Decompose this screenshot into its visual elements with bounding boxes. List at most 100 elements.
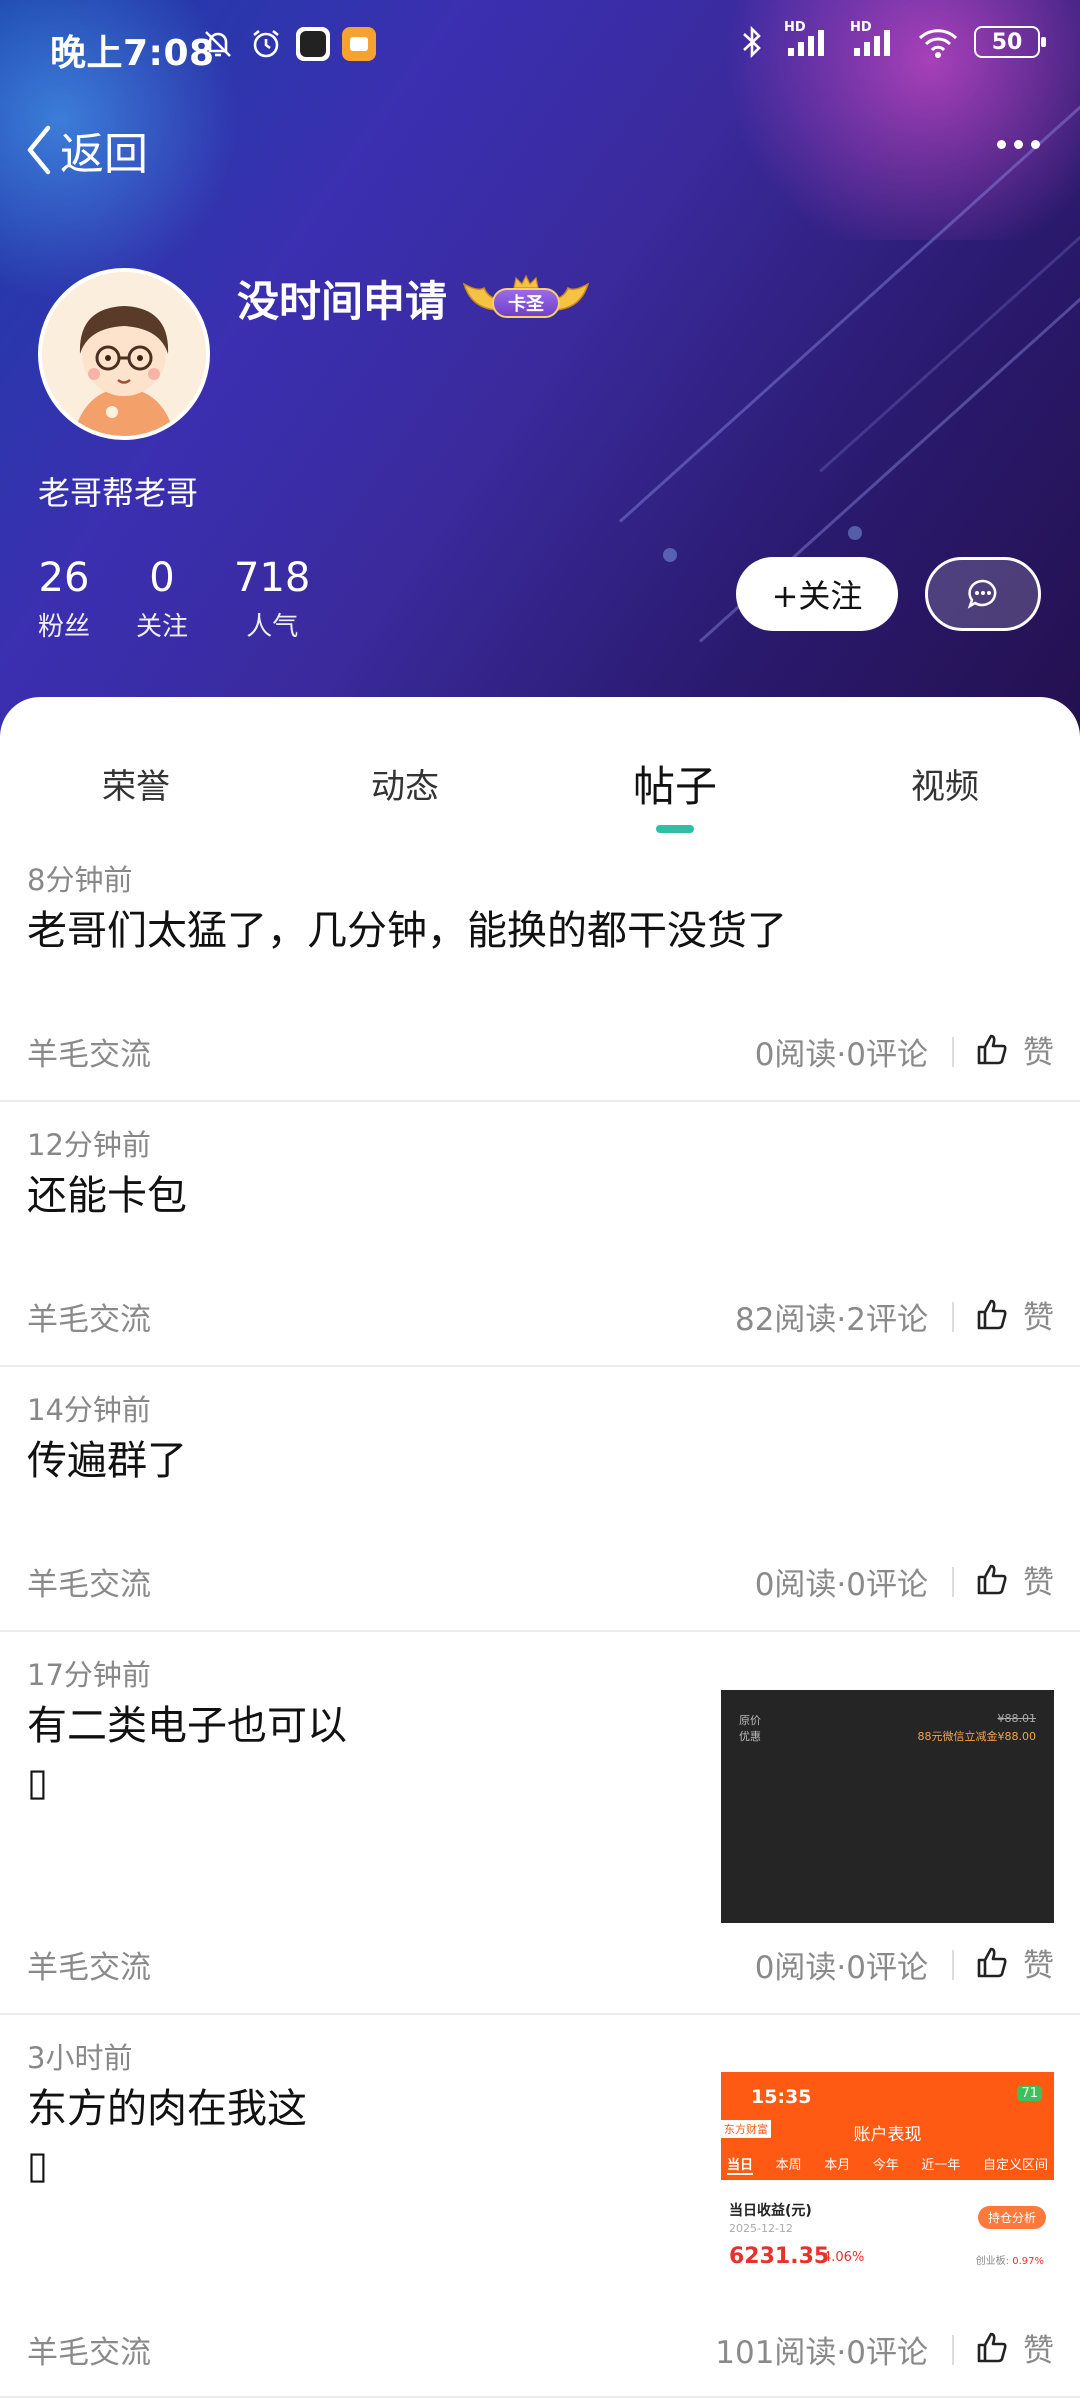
post-time: 12分钟前: [27, 1128, 151, 1162]
avatar[interactable]: [38, 268, 210, 440]
network-type-label: HD: [784, 20, 806, 35]
post-title: 老哥们太猛了，几分钟，能换的都干没货了: [27, 903, 787, 959]
missing-glyph: ▯: [27, 2143, 48, 2187]
thumb-tab: 本月: [824, 2158, 851, 2173]
post-stats: 0阅读·0评论: [754, 1567, 928, 1603]
post-title: 还能卡包: [27, 1168, 187, 1224]
thumb-gem-label: 创业板:: [975, 2256, 1010, 2267]
like-label: 赞: [1023, 1035, 1054, 1071]
tab-activity[interactable]: 动态: [305, 759, 505, 808]
thumbs-up-icon: [977, 1299, 1007, 1329]
back-button[interactable]: 返回: [24, 118, 148, 182]
post-thumbnail[interactable]: 15:35 71 东方财富 账户表现 当日 本周 本月 今年 近一年 自定义区间…: [721, 2072, 1054, 2305]
thumb-text: 优惠: [739, 1730, 761, 1743]
wifi-icon: [916, 24, 960, 60]
post-item[interactable]: 3小时前 东方的肉在我这 ▯ 15:35 71 东方财富 账户表现 当日 本周 …: [0, 2015, 1080, 2398]
post-time: 14分钟前: [27, 1393, 151, 1427]
chevron-left-icon: [27, 125, 51, 175]
thumb-tabs: 当日 本周 本月 今年 近一年 自定义区间: [721, 2154, 1054, 2175]
thumb-header: 15:35 71 东方财富 账户表现 当日 本周 本月 今年 近一年 自定义区间: [721, 2072, 1054, 2180]
header-dot: [848, 526, 862, 540]
thumb-text: 2025-12-12: [729, 2222, 793, 2235]
post-stats: 0阅读·0评论: [754, 1950, 928, 1986]
post-stats: 101阅读·0评论: [715, 2335, 928, 2371]
missing-glyph: ▯: [27, 1760, 48, 1804]
divider: [952, 2335, 954, 2365]
thumbs-up-icon: [977, 1034, 1007, 1064]
like-button[interactable]: 赞: [975, 1292, 1054, 1337]
post-title-text: 传遍群了: [27, 1438, 187, 1484]
thumbs-up-icon: [977, 2332, 1007, 2362]
mute-bell-icon: [200, 26, 236, 62]
post-footer: 羊毛交流 0阅读·0评论 赞: [0, 1547, 1080, 1607]
status-time: 晚上7:08: [50, 33, 215, 74]
profile-tabs: 荣誉 动态 帖子 视频: [0, 697, 1080, 837]
thumb-percent: 4.06%: [823, 2250, 865, 2265]
post-item[interactable]: 14分钟前 传遍群了 羊毛交流 0阅读·0评论 赞: [0, 1367, 1080, 1632]
post-time: 3小时前: [27, 2041, 133, 2075]
stat-following[interactable]: 0 关注: [136, 556, 188, 643]
tab-videos[interactable]: 视频: [845, 759, 1045, 808]
signal-icon: HD: [850, 20, 902, 60]
like-label: 赞: [1023, 1300, 1054, 1336]
level-badge: 卡圣: [462, 274, 590, 320]
divider: [952, 1302, 954, 1332]
post-category[interactable]: 羊毛交流: [27, 2327, 151, 2372]
thumb-tab: 本周: [775, 2158, 802, 2173]
profile-header: 晚上7:08 HD HD 50 返回 没时间申请 卡圣 老哥帮老哥 26 粉丝 …: [0, 0, 1080, 740]
post-item[interactable]: 12分钟前 还能卡包 羊毛交流 82阅读·2评论 赞: [0, 1102, 1080, 1367]
more-dot: [997, 140, 1006, 149]
thumb-text: 持仓分析: [977, 2206, 1046, 2229]
thumbs-up-icon: [977, 1947, 1007, 1977]
divider: [952, 1037, 954, 1067]
status-right-icons: HD HD 50: [734, 20, 1046, 60]
signal-icon: HD: [784, 20, 836, 60]
post-title-text: 东方的肉在我这: [27, 2086, 307, 2132]
stat-label: 人气: [246, 612, 299, 642]
post-category[interactable]: 羊毛交流: [27, 1294, 151, 1339]
tab-honors[interactable]: 荣誉: [36, 759, 236, 808]
app-notification-icon: [342, 27, 376, 61]
post-category[interactable]: 羊毛交流: [27, 1029, 151, 1074]
more-dot: [1031, 140, 1040, 149]
thumb-tab: 近一年: [921, 2158, 961, 2173]
like-button[interactable]: 赞: [975, 1940, 1054, 1985]
post-title: 东方的肉在我这 ▯: [27, 2081, 307, 2193]
battery-level: 50: [991, 29, 1023, 55]
post-item[interactable]: 8分钟前 老哥们太猛了，几分钟，能换的都干没货了 羊毛交流 0阅读·0评论 赞: [0, 837, 1080, 1102]
tab-posts[interactable]: 帖子: [575, 753, 775, 814]
post-thumbnail[interactable]: 原价 优惠 ¥88.01 88元微信立减金¥88.00: [721, 1690, 1054, 1923]
post-category[interactable]: 羊毛交流: [27, 1559, 151, 1604]
post-title-text: 有二类电子也可以: [27, 1703, 347, 1749]
back-label: 返回: [60, 129, 148, 180]
divider: [952, 1950, 954, 1980]
header-dot: [663, 548, 677, 562]
post-item[interactable]: 17分钟前 有二类电子也可以 ▯ 原价 优惠 ¥88.01 88元微信立减金¥8…: [0, 1632, 1080, 2015]
stat-value: 26: [38, 555, 90, 601]
content-sheet: 荣誉 动态 帖子 视频 8分钟前 老哥们太猛了，几分钟，能换的都干没货了 羊毛交…: [0, 697, 1080, 2400]
thumb-status: 71: [1017, 2086, 1042, 2101]
post-footer: 羊毛交流 82阅读·2评论 赞: [0, 1282, 1080, 1342]
like-button[interactable]: 赞: [975, 1027, 1054, 1072]
thumb-text: ¥88.01: [997, 1712, 1037, 1725]
stat-value: 0: [149, 555, 175, 601]
alarm-icon: [248, 26, 284, 62]
profile-username: 没时间申请: [237, 277, 448, 326]
thumb-amount: 6231.35: [729, 2244, 830, 2269]
like-button[interactable]: 赞: [975, 2325, 1054, 2370]
post-category[interactable]: 羊毛交流: [27, 1942, 151, 1987]
post-footer: 羊毛交流 0阅读·0评论 赞: [0, 1930, 1080, 1990]
thumb-battery: 71: [1017, 2086, 1042, 2101]
message-button[interactable]: [925, 557, 1041, 631]
stat-fans[interactable]: 26 粉丝: [38, 556, 90, 643]
post-title: 传遍群了: [27, 1433, 187, 1489]
like-button[interactable]: 赞: [975, 1557, 1054, 1602]
stat-value: 718: [234, 555, 311, 601]
thumbs-up-icon: [977, 1564, 1007, 1594]
chat-bubble-icon: [967, 579, 997, 609]
follow-button[interactable]: +关注: [736, 557, 898, 631]
like-label: 赞: [1023, 2333, 1054, 2369]
divider: [952, 1567, 954, 1597]
more-options-button[interactable]: [997, 140, 1040, 149]
thumb-text: 88元微信立减金¥88.00: [917, 1730, 1037, 1743]
